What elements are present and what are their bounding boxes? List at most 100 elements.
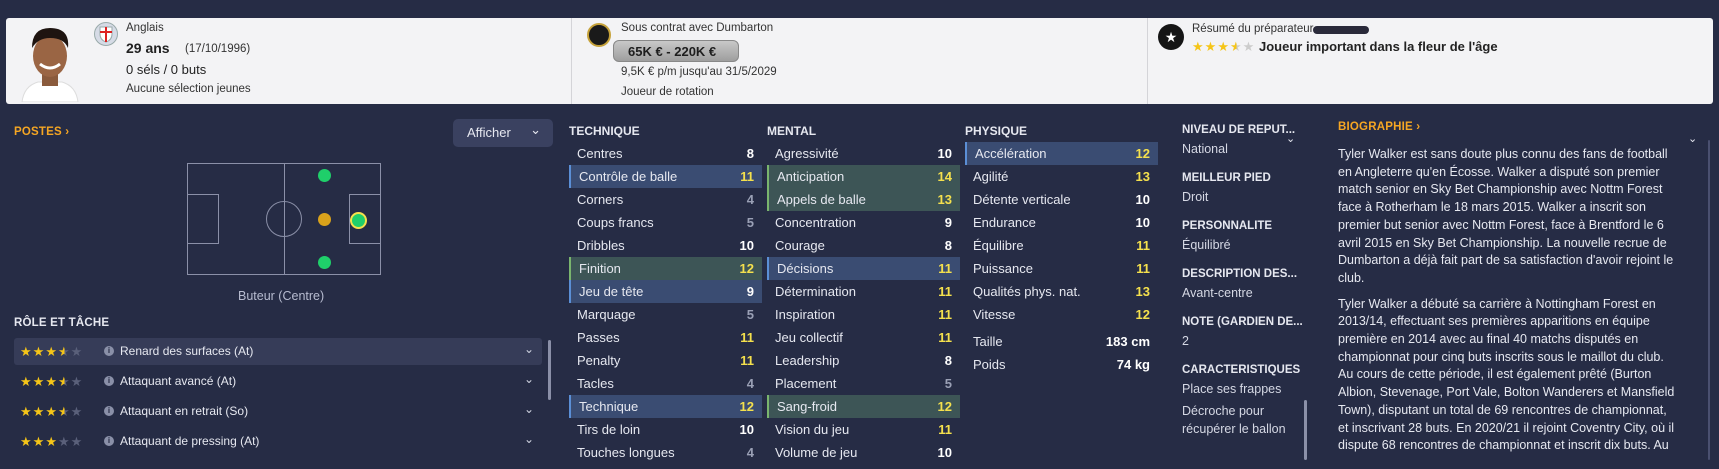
position-label: Buteur (Centre) (238, 289, 325, 303)
attribute-row[interactable]: Décisions 11 (767, 257, 960, 280)
attribute-row[interactable]: Sang-froid 12 (767, 395, 960, 418)
bio-paragraph: Tyler Walker est sans doute plus connu d… (1338, 147, 1674, 285)
attribute-row[interactable]: Coups francs 5 (569, 211, 762, 234)
attribute-row[interactable]: Jeu collectif 11 (767, 326, 960, 349)
youth-caps: Aucune sélection jeunes (126, 83, 251, 95)
attribute-value: 13 (937, 192, 952, 207)
attribute-name: Détermination (775, 284, 856, 299)
position-dot[interactable] (318, 169, 331, 182)
attribute-row[interactable]: Vitesse 12 (965, 303, 1158, 326)
contract-label: Sous contrat avec Dumbarton (621, 22, 774, 34)
weight-value: 74 kg (1116, 357, 1150, 372)
attribute-row[interactable]: Passes 11 (569, 326, 762, 349)
attribute-row[interactable]: Penalty 11 (569, 349, 762, 372)
attribute-row[interactable]: Anticipation 14 (767, 165, 960, 188)
attribute-row[interactable]: Corners 4 (569, 188, 762, 211)
role-row[interactable]: ★★★★★ i Attaquant en retrait (So) ⌄ (14, 398, 542, 425)
attribute-row[interactable]: Équilibre 11 (965, 234, 1158, 257)
chevron-down-icon[interactable]: ⌄ (524, 372, 534, 386)
info-icon[interactable]: i (104, 376, 114, 386)
attribute-row[interactable]: Dribbles 10 (569, 234, 762, 257)
attribute-value: 8 (944, 238, 952, 253)
attribute-name: Décisions (777, 261, 834, 276)
attribute-row[interactable]: Agressivité 10 (767, 142, 960, 165)
bio-scrollbar[interactable] (1708, 140, 1710, 460)
attribute-row[interactable]: Touches longues 4 (569, 441, 762, 464)
attribute-row[interactable]: Vision du jeu 11 (767, 418, 960, 441)
selected-position-dot[interactable] (350, 212, 367, 229)
attribute-row[interactable]: Détermination 11 (767, 280, 960, 303)
attribute-value: 4 (746, 192, 754, 207)
attribute-name: Agilité (973, 169, 1009, 184)
attribute-row[interactable]: Tirs de loin 10 (569, 418, 762, 441)
attribute-row[interactable]: Inspiration 11 (767, 303, 960, 326)
biography-title[interactable]: BIOGRAPHIE › (1338, 121, 1420, 133)
attribute-row[interactable]: Concentration 9 (767, 211, 960, 234)
attribute-row[interactable]: Courage 8 (767, 234, 960, 257)
player-details: NIVEAU DE RÉPUT... National MEILLEUR PIED D… (1182, 124, 1312, 452)
chevron-down-icon[interactable]: ⌄ (524, 402, 534, 416)
attribute-value: 12 (937, 399, 952, 414)
position-dot[interactable] (318, 256, 331, 269)
wage-label: 9,5K € p/m jusqu'au 31/5/2029 (621, 66, 777, 78)
attribute-row[interactable]: Marquage 5 (569, 303, 762, 326)
attribute-value: 11 (938, 261, 952, 276)
attribute-row[interactable]: Technique 12 (569, 395, 762, 418)
height-label: Taille (973, 334, 1003, 349)
role-row[interactable]: ★★★★★ i Attaquant avancé (At) ⌄ (14, 368, 542, 395)
detail-label: NOTE (GARDIEN DE... (1182, 316, 1303, 328)
attribute-row[interactable]: Leadership 8 (767, 349, 960, 372)
role-label: Attaquant en retrait (So) (120, 404, 249, 418)
coach-report-section[interactable]: ★ Résumé du préparateur ★★★★★ Joueur imp… (1148, 18, 1713, 104)
chevron-down-icon[interactable]: ⌄ (524, 342, 534, 356)
roles-scrollbar[interactable] (548, 340, 551, 400)
attribute-value: 10 (937, 445, 952, 460)
technique-list: Centres 8 Contrôle de balle 11 Corners 4 Coups… (569, 142, 762, 464)
coach-summary: Joueur important dans la fleur de l'âge (1259, 39, 1498, 54)
attribute-value: 4 (746, 376, 754, 391)
attribute-name: Tacles (577, 376, 614, 391)
attribute-row[interactable]: Finition 12 (569, 257, 762, 280)
position-dot[interactable] (318, 213, 331, 226)
attribute-row[interactable]: Puissance 11 (965, 257, 1158, 280)
attribute-value: 13 (1135, 169, 1150, 184)
attribute-value: 11 (938, 422, 952, 437)
attribute-row[interactable]: Détente verticale 10 (965, 188, 1158, 211)
attribute-row[interactable]: Contrôle de balle 11 (569, 165, 762, 188)
role-row[interactable]: ★★★★★ i Attaquant de pressing (At) ⌄ (14, 428, 542, 455)
detail-value: 2 (1182, 334, 1189, 348)
info-icon[interactable]: i (104, 406, 114, 416)
biography-text: Tyler Walker est sans doute plus connu d… (1338, 146, 1678, 463)
attribute-row[interactable]: Tacles 4 (569, 372, 762, 395)
role-row[interactable]: ★★★★★ i Renard des surfaces (At) ⌄ (14, 338, 542, 365)
attribute-row[interactable]: Jeu de tête 9 (569, 280, 762, 303)
detail-block: Décroche pour récupérer le ballon (1182, 402, 1312, 438)
info-icon[interactable]: i (104, 346, 114, 356)
detail-value: Place ses frappes (1182, 382, 1282, 396)
info-icon[interactable]: i (104, 436, 114, 446)
attribute-row[interactable]: Qualités phys. nat. 13 (965, 280, 1158, 303)
attribute-name: Touches longues (577, 445, 675, 460)
show-dropdown[interactable]: Afficher ⌄ (453, 119, 553, 147)
attribute-row[interactable]: Agilité 13 (965, 165, 1158, 188)
attribute-value: 8 (746, 146, 754, 161)
detail-value: Décroche pour récupérer le ballon (1182, 404, 1286, 436)
attribute-row[interactable]: Centres 8 (569, 142, 762, 165)
bio-paragraph: Tyler Walker a débuté sa carrière à Nott… (1338, 296, 1675, 453)
attribute-name: Penalty (577, 353, 621, 368)
chevron-down-icon[interactable]: ⌄ (524, 432, 534, 446)
attribute-row[interactable]: Appels de balle 13 (767, 188, 960, 211)
attribute-row[interactable]: Placement 5 (767, 372, 960, 395)
detail-value: Équilibré (1182, 238, 1231, 252)
attribute-value: 10 (1135, 215, 1150, 230)
attribute-value: 9 (746, 284, 754, 299)
attribute-value: 11 (740, 169, 754, 184)
attribute-row[interactable]: Endurance 10 (965, 211, 1158, 234)
details-scrollbar[interactable] (1304, 400, 1307, 460)
attribute-value: 14 (937, 169, 952, 184)
chevron-down-icon[interactable]: ⌄ (1286, 132, 1295, 145)
attribute-row[interactable]: Volume de jeu 10 (767, 441, 960, 464)
attribute-row[interactable]: Accélération 12 (965, 142, 1158, 165)
positions-title[interactable]: POSTES › (14, 126, 69, 138)
chevron-down-icon[interactable]: ⌄ (1688, 132, 1697, 145)
